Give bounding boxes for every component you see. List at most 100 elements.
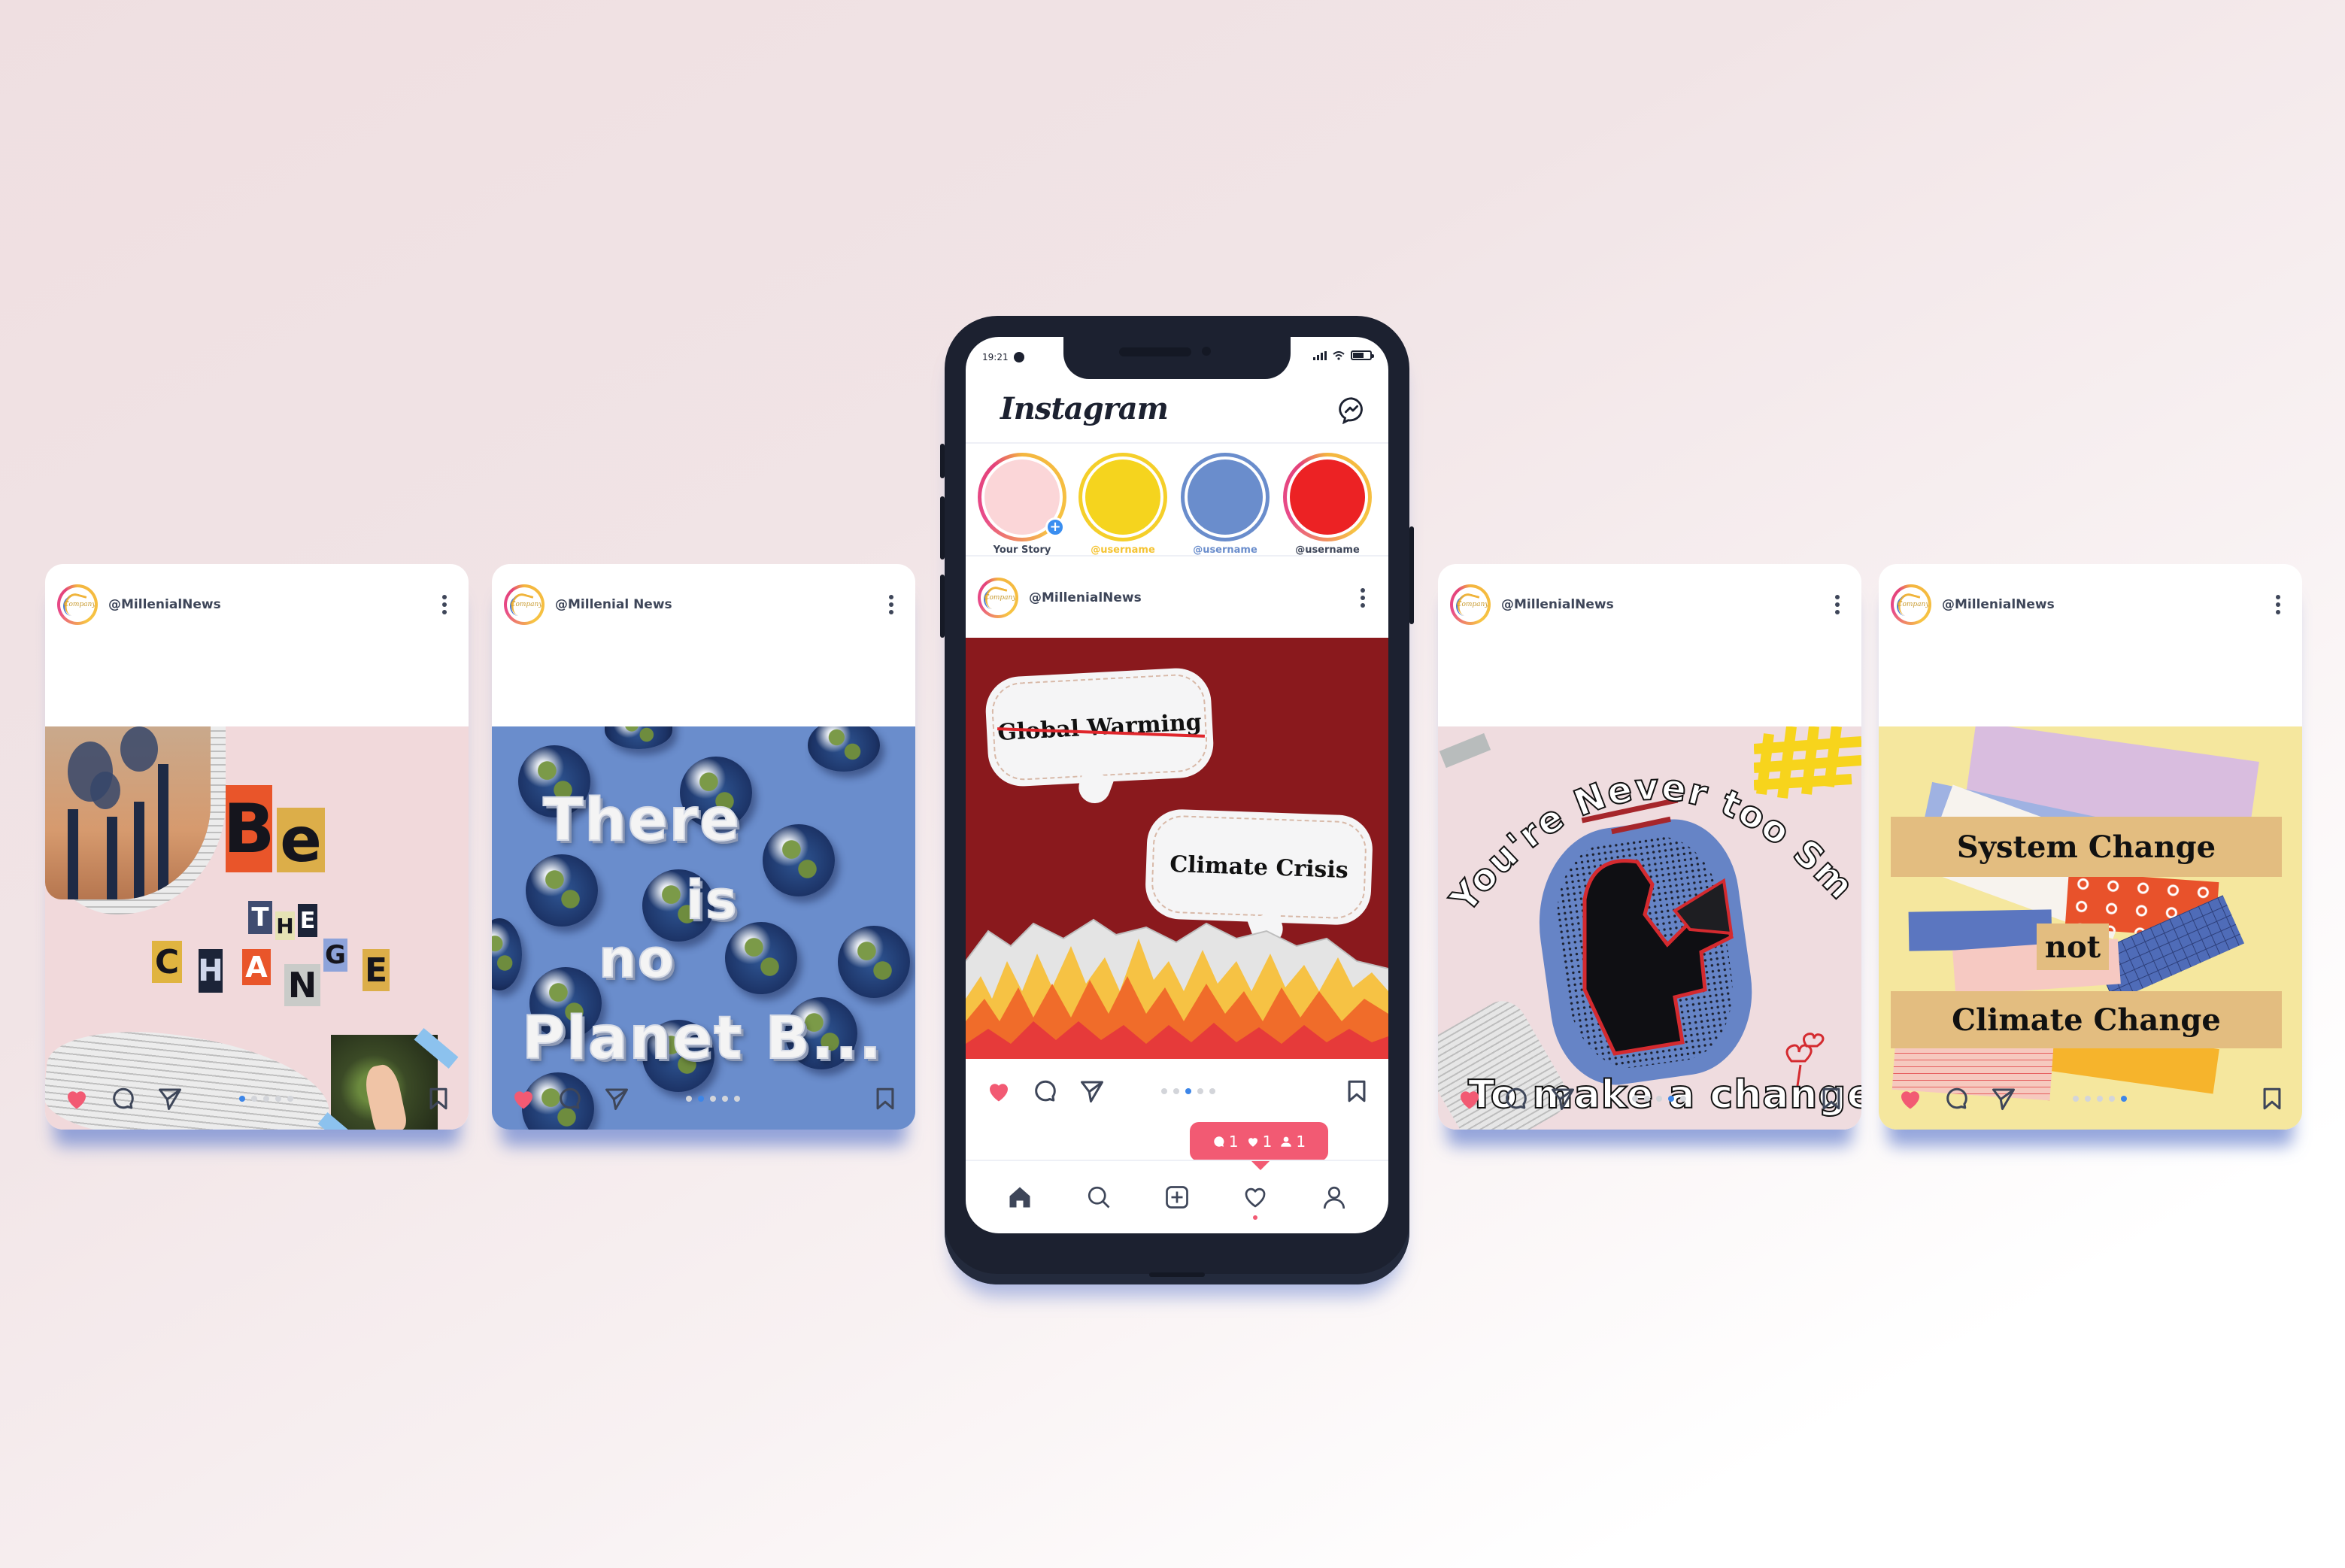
post-handle[interactable]: @MillenialNews [1029, 590, 1355, 605]
story-your-story[interactable]: + Your Story [978, 453, 1066, 556]
share-send-icon[interactable] [602, 1084, 632, 1114]
activity-notification-badge[interactable]: 1 1 1 [1190, 1122, 1328, 1170]
post-actions [492, 1068, 915, 1130]
nav-profile[interactable] [1318, 1181, 1351, 1214]
carousel-dot[interactable] [263, 1096, 269, 1102]
bookmark-icon[interactable] [2259, 1084, 2286, 1114]
carousel-dot-active[interactable] [698, 1096, 704, 1102]
avatar[interactable]: Company [1891, 584, 1931, 625]
story-ring [1283, 453, 1372, 541]
post-image[interactable]: Global Warming Climate Crisis [966, 638, 1388, 1059]
mute-switch [940, 444, 945, 478]
avatar[interactable]: Company [978, 578, 1018, 618]
app-logo[interactable]: Instagram [1000, 391, 1169, 426]
more-options-icon[interactable] [1830, 592, 1845, 617]
like-heart-icon[interactable] [1455, 1084, 1485, 1114]
carousel-dot-active[interactable] [239, 1096, 245, 1102]
carousel-dot[interactable] [710, 1096, 716, 1102]
carousel-dot[interactable] [1632, 1096, 1638, 1102]
collage-letter: C [152, 941, 182, 983]
carousel-dot[interactable] [1161, 1088, 1167, 1094]
nav-search[interactable] [1082, 1181, 1115, 1214]
notif-likes-count: 1 [1262, 1133, 1273, 1151]
post-actions [1879, 1068, 2302, 1130]
share-send-icon[interactable] [1077, 1076, 1107, 1106]
carousel-dot[interactable] [2073, 1096, 2079, 1102]
carousel-dot[interactable] [251, 1096, 257, 1102]
more-options-icon[interactable] [437, 592, 452, 617]
comment-icon[interactable] [555, 1084, 585, 1114]
headline-line-2: not [2037, 924, 2109, 970]
carousel-dot-active[interactable] [2121, 1096, 2127, 1102]
story-item[interactable]: @username [1283, 453, 1372, 556]
notif-followers-count: 1 [1296, 1133, 1306, 1151]
carousel-dot[interactable] [1209, 1088, 1215, 1094]
avatar[interactable]: Company [1450, 584, 1491, 625]
more-options-icon[interactable] [884, 592, 899, 617]
phone-screen: 19:21 Instagram + Your Story @username @use… [966, 337, 1388, 1233]
add-story-plus-icon[interactable]: + [1045, 517, 1065, 537]
share-send-icon[interactable] [1548, 1084, 1578, 1114]
messenger-icon[interactable] [1337, 396, 1366, 424]
home-icon [1009, 1187, 1030, 1208]
more-options-icon[interactable] [1355, 585, 1370, 611]
story-item[interactable]: @username [1078, 453, 1167, 556]
bookmark-icon[interactable] [872, 1084, 899, 1114]
carousel-dot-active[interactable] [1185, 1088, 1191, 1094]
like-heart-icon[interactable] [508, 1084, 538, 1114]
user-icon [1323, 1186, 1345, 1209]
carousel-dot-active[interactable] [1668, 1096, 1674, 1102]
post-card-never-too-small[interactable]: Company @MillenialNews You're Never too … [1438, 564, 1861, 1130]
share-send-icon[interactable] [155, 1084, 185, 1114]
post-handle[interactable]: @MillenialNews [1501, 597, 1830, 612]
avatar[interactable]: Company [504, 584, 545, 625]
bookmark-icon[interactable] [1818, 1084, 1845, 1114]
comment-icon[interactable] [108, 1084, 138, 1114]
nav-new-post[interactable] [1160, 1181, 1194, 1214]
share-send-icon[interactable] [1989, 1084, 2019, 1114]
story-avatar [1188, 459, 1263, 535]
volume-up-button [940, 496, 945, 560]
like-heart-icon[interactable] [984, 1076, 1014, 1106]
notif-followers: 1 [1279, 1133, 1306, 1151]
story-avatar [1085, 459, 1160, 535]
carousel-dot[interactable] [275, 1096, 281, 1102]
carousel-dot[interactable] [1680, 1096, 1686, 1102]
carousel-dot[interactable] [2097, 1096, 2103, 1102]
story-item[interactable]: @username [1181, 453, 1270, 556]
nav-activity[interactable] [1239, 1181, 1272, 1220]
comment-icon[interactable] [1030, 1076, 1060, 1106]
carousel-dot[interactable] [2109, 1096, 2115, 1102]
comment-icon[interactable] [1942, 1084, 1972, 1114]
like-heart-icon[interactable] [1895, 1084, 1925, 1114]
carousel-dot[interactable] [1197, 1088, 1203, 1094]
carousel-dot[interactable] [686, 1096, 692, 1102]
more-options-icon[interactable] [2271, 592, 2286, 617]
carousel-dots [239, 1096, 425, 1102]
carousel-dot[interactable] [1173, 1088, 1179, 1094]
carousel-dot[interactable] [1644, 1096, 1650, 1102]
carousel-dot[interactable] [734, 1096, 740, 1102]
post-header: Company @MillenialNews [966, 558, 1388, 638]
front-camera [1202, 347, 1211, 356]
avatar[interactable]: Company [57, 584, 98, 625]
carousel-dots [1632, 1096, 1818, 1102]
nav-home[interactable] [1003, 1181, 1036, 1214]
post-card-no-planet-b[interactable]: Company @Millenial News There is no Plan… [492, 564, 915, 1130]
post-handle[interactable]: @MillenialNews [1942, 597, 2271, 612]
post-card-be-the-change[interactable]: Company @MillenialNews B e T H E C H A N… [45, 564, 469, 1130]
like-heart-icon[interactable] [62, 1084, 92, 1114]
carousel-dot[interactable] [722, 1096, 728, 1102]
bookmark-icon[interactable] [425, 1084, 452, 1114]
post-header: Company @MillenialNews [1879, 564, 2302, 645]
bookmark-icon[interactable] [1343, 1076, 1370, 1106]
post-handle[interactable]: @MillenialNews [108, 597, 437, 612]
carousel-dot[interactable] [2085, 1096, 2091, 1102]
story-label: @username [1091, 544, 1155, 556]
post-handle[interactable]: @Millenial News [555, 597, 884, 612]
collage-letter: H [275, 911, 295, 940]
post-card-system-change[interactable]: Company @MillenialNews System Change not… [1879, 564, 2302, 1130]
carousel-dot[interactable] [287, 1096, 293, 1102]
comment-icon[interactable] [1501, 1084, 1531, 1114]
carousel-dot[interactable] [1656, 1096, 1662, 1102]
